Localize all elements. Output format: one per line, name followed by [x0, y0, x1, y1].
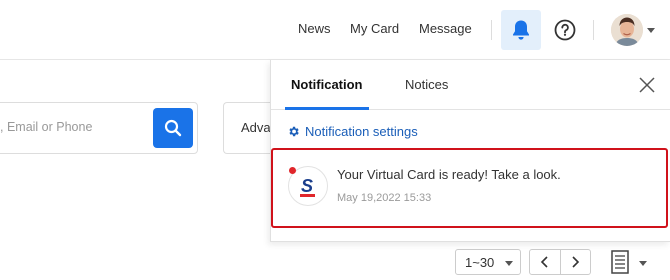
notification-timestamp: May 19,2022 15:33 [337, 192, 432, 204]
notification-item[interactable]: S Your Virtual Card is ready! Take a loo… [271, 148, 668, 228]
settings-label: Notification settings [305, 124, 418, 139]
top-header: News My Card Message [0, 0, 670, 60]
nav-my-card[interactable]: My Card [350, 21, 399, 36]
gear-icon [289, 126, 299, 137]
search-placeholder: , Email or Phone [0, 120, 93, 134]
page-size-value: 1~30 [465, 254, 495, 270]
svg-text:S: S [301, 176, 313, 196]
divider [593, 20, 594, 40]
tab-notification[interactable]: Notification [291, 77, 363, 92]
user-avatar[interactable] [611, 14, 643, 46]
active-tab-indicator [285, 107, 369, 110]
chevron-left-icon [540, 256, 548, 268]
page-size-select[interactable]: 1~30 [455, 249, 521, 275]
search-icon [164, 119, 182, 137]
notification-settings-link[interactable]: Notification settings [287, 124, 418, 139]
notification-panel: Notification Notices Notification settin… [270, 60, 670, 242]
document-icon[interactable] [611, 250, 629, 274]
prev-page-button[interactable] [530, 250, 560, 274]
help-icon[interactable] [554, 19, 576, 41]
notification-tabs: Notification Notices [271, 60, 670, 110]
nav-news[interactable]: News [298, 21, 331, 36]
divider [491, 20, 492, 40]
next-page-button[interactable] [559, 250, 591, 274]
advanced-search-label: Adva [241, 120, 271, 135]
notifications-button[interactable] [501, 10, 541, 50]
notification-message: Your Virtual Card is ready! Take a look. [337, 167, 561, 182]
search-button[interactable] [153, 108, 193, 148]
chevron-right-icon [572, 256, 580, 268]
tab-notices[interactable]: Notices [405, 77, 448, 92]
pagination-nav [529, 249, 591, 275]
avatar-image [611, 14, 643, 46]
chevron-down-icon [505, 261, 513, 266]
account-menu-caret[interactable] [647, 28, 655, 33]
nav-message[interactable]: Message [419, 21, 472, 36]
view-menu-caret[interactable] [639, 261, 647, 266]
close-icon[interactable] [638, 76, 656, 94]
bell-icon [513, 20, 529, 40]
unread-indicator [289, 167, 296, 174]
